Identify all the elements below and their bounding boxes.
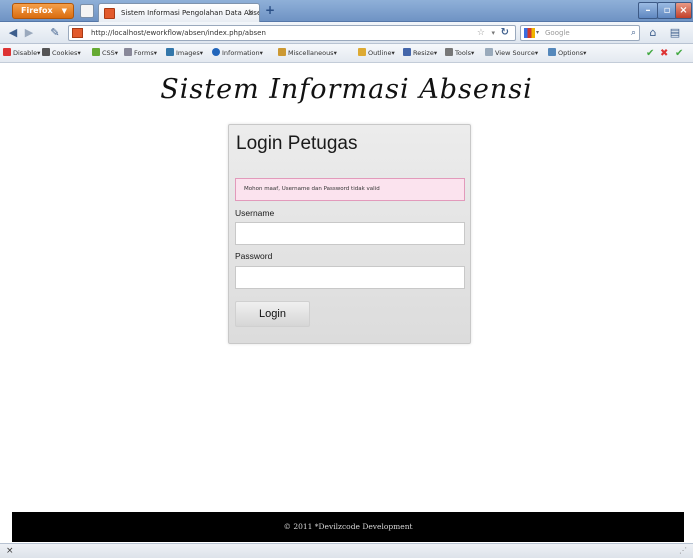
password-field[interactable] (235, 266, 465, 289)
close-addon-bar-icon[interactable]: × (6, 544, 14, 558)
home-icon[interactable]: ⌂ (646, 25, 660, 40)
downloads-icon[interactable]: ▤ (668, 25, 682, 40)
resize-icon (403, 48, 411, 56)
password-label: Password (235, 251, 273, 261)
toolbar-item-outline[interactable]: Outline▾ (358, 47, 395, 60)
close-window-button[interactable]: × (675, 2, 692, 19)
login-panel: Login Petugas Mohon maaf, Username dan P… (228, 124, 471, 344)
search-icon[interactable]: ⌕ (631, 26, 636, 40)
outline-icon (358, 48, 366, 56)
tab-groups-icon[interactable] (80, 4, 94, 18)
close-tab-icon[interactable]: × (247, 4, 254, 22)
chevron-down-icon: ▼ (61, 7, 67, 15)
minimize-window-button[interactable]: – (638, 2, 658, 19)
disable-icon (3, 48, 11, 56)
toolbar-item-view-source[interactable]: View Source▾ (485, 47, 538, 60)
google-engine-icon[interactable] (524, 28, 535, 38)
login-button[interactable]: Login (235, 301, 310, 327)
username-field[interactable] (235, 222, 465, 245)
reload-icon[interactable]: ↻ (501, 26, 509, 40)
images-icon (166, 48, 174, 56)
toolbar-item-resize[interactable]: Resize▾ (403, 47, 437, 60)
forward-arrow-icon[interactable]: ▶ (22, 25, 36, 40)
tab-title: Sistem Informasi Pengolahan Data Absen..… (121, 9, 260, 17)
toolbar-item-css[interactable]: CSS▾ (92, 47, 118, 60)
view-source-icon (485, 48, 493, 56)
maximize-window-button[interactable]: ▫ (657, 2, 677, 19)
browser-title-bar: Firefox ▼ Sistem Informasi Pengolahan Da… (0, 0, 693, 22)
toolbar-item-miscellaneous[interactable]: Miscellaneous▾ (278, 47, 337, 60)
firefox-menu-button[interactable]: Firefox ▼ (12, 3, 74, 19)
error-message: Mohon maaf, Username dan Password tidak … (235, 178, 465, 201)
site-title: Sistem Informasi Absensi (160, 74, 533, 105)
error-status-icon[interactable]: ✖ (660, 47, 668, 60)
toolbar-item-disable[interactable]: Disable▾ (3, 47, 40, 60)
toolbar-item-forms[interactable]: Forms▾ (124, 47, 157, 60)
css-icon (92, 48, 100, 56)
status-bar: × ⋰ (0, 543, 693, 558)
firefox-menu-label: Firefox (21, 6, 53, 15)
identity-icon[interactable]: ✎ (48, 25, 62, 40)
web-developer-toolbar: Disable▾ Cookies▾ CSS▾ Forms▾ Images▾ In… (0, 44, 693, 63)
site-favicon-icon (72, 28, 83, 38)
engine-dropdown-icon: ▾ (536, 29, 540, 36)
search-placeholder: Google (545, 29, 570, 37)
page-viewport: Sistem Informasi Absensi Login Petugas M… (0, 64, 693, 543)
history-dropdown-icon[interactable]: ▾ (491, 26, 495, 40)
toolbar-item-cookies[interactable]: Cookies▾ (42, 47, 81, 60)
browser-tab-active[interactable]: Sistem Informasi Pengolahan Data Absen..… (98, 3, 260, 22)
new-tab-plus-icon[interactable]: + (263, 4, 277, 18)
forms-icon (124, 48, 132, 56)
username-label: Username (235, 208, 275, 218)
resize-grip-icon[interactable]: ⋰ (679, 544, 687, 558)
bookmark-star-icon[interactable]: ☆ (477, 26, 485, 40)
information-icon (212, 48, 220, 56)
address-bar[interactable]: http://localhost/eworkflow/absen/index.p… (68, 25, 516, 41)
page-favicon-icon (104, 8, 115, 19)
page-footer: © 2011 *Devilzcode Development (12, 512, 684, 542)
css-check-icon[interactable]: ✔ (675, 47, 683, 60)
navigation-bar: ◀ ▶ ✎ http://localhost/eworkflow/absen/i… (0, 22, 693, 44)
toolbar-item-tools[interactable]: Tools▾ (445, 47, 474, 60)
back-arrow-icon[interactable]: ◀ (6, 25, 20, 40)
toolbar-item-options[interactable]: Options▾ (548, 47, 586, 60)
tools-icon (445, 48, 453, 56)
options-icon (548, 48, 556, 56)
miscellaneous-icon (278, 48, 286, 56)
search-input[interactable]: ▾ Google ⌕ (520, 25, 640, 41)
validation-check-icon[interactable]: ✔ (646, 47, 654, 60)
toolbar-item-information[interactable]: Information▾ (212, 47, 263, 60)
cookies-icon (42, 48, 50, 56)
toolbar-item-images[interactable]: Images▾ (166, 47, 203, 60)
address-url: http://localhost/eworkflow/absen/index.p… (91, 29, 266, 37)
login-heading: Login Petugas (236, 133, 358, 154)
